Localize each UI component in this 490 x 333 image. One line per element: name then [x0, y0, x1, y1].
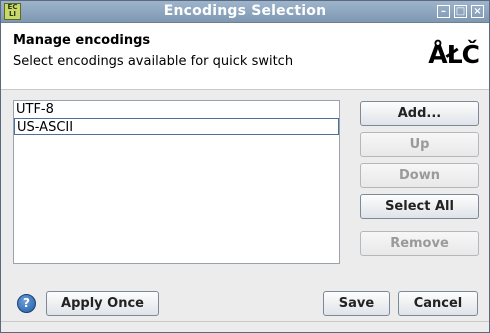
encoding-logo-icon: ÅŁČ [428, 40, 480, 69]
header-subtitle: Select encodings available for quick swi… [13, 54, 294, 69]
dialog-window: EC LI Encodings Selection – □ × Manage en… [0, 0, 490, 333]
cancel-button[interactable]: Cancel [398, 291, 478, 316]
title-bar[interactable]: EC LI Encodings Selection – □ × [1, 1, 489, 23]
header-title: Manage encodings [13, 33, 151, 48]
list-item[interactable]: UTF-8 [14, 101, 339, 118]
add-button[interactable]: Add... [360, 101, 479, 126]
help-icon[interactable]: ? [17, 294, 36, 313]
down-button[interactable]: Down [360, 163, 479, 188]
up-button[interactable]: Up [360, 132, 479, 157]
select-all-button[interactable]: Select All [360, 194, 479, 219]
encodings-list[interactable]: UTF-8 US-ASCII [13, 100, 340, 264]
resize-grip[interactable] [1, 323, 489, 332]
dialog-header: Manage encodings Select encodings availa… [1, 23, 489, 90]
remove-button[interactable]: Remove [360, 231, 479, 256]
footer-divider [1, 321, 489, 322]
list-item-selected[interactable]: US-ASCII [14, 118, 339, 135]
maximize-button[interactable]: □ [454, 5, 467, 18]
window-title: Encodings Selection [163, 3, 327, 19]
apply-once-button[interactable]: Apply Once [46, 291, 159, 316]
save-button[interactable]: Save [323, 291, 390, 316]
close-button[interactable]: × [471, 5, 484, 18]
minimize-button[interactable]: – [437, 5, 450, 18]
